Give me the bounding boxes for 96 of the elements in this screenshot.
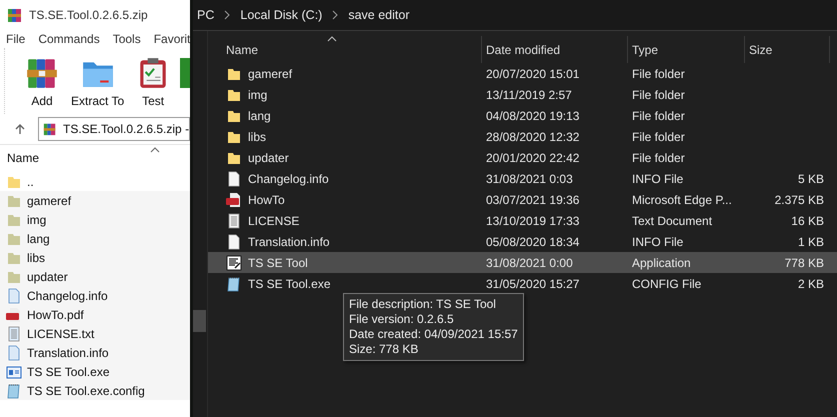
file-name: TS SE Tool.exe: [248, 276, 330, 290]
sort-caret-icon: [150, 147, 160, 153]
file-name: Changelog.info: [248, 172, 329, 186]
file-name: TS SE Tool: [248, 256, 308, 270]
column-header[interactable]: Date modified: [486, 42, 560, 56]
date-modified: 31/05/2020 15:27: [486, 276, 580, 290]
file-type: File folder: [632, 66, 685, 80]
menu-item[interactable]: File: [6, 32, 26, 46]
toolbar-button[interactable]: Extract To: [69, 56, 126, 114]
date-modified: 31/08/2021 0:03: [486, 172, 573, 186]
menu-item[interactable]: Tools: [112, 32, 141, 46]
file-type: File folder: [632, 150, 685, 164]
file-name[interactable]: gameref: [27, 194, 72, 208]
application-icon: [226, 254, 242, 270]
file-type: Microsoft Edge P...: [632, 192, 732, 206]
file-type: Application: [632, 256, 691, 270]
file-name: libs: [248, 130, 266, 144]
file-name: lang: [248, 108, 271, 122]
menu-item[interactable]: Commands: [38, 32, 100, 46]
file-icon: [226, 170, 242, 186]
file-type: INFO File: [632, 172, 684, 186]
file-name: LICENSE: [248, 214, 300, 228]
up-arrow-icon[interactable]: [14, 123, 26, 135]
chevron-icon: [332, 10, 338, 20]
tooltip-line: File version: 0.2.6.5: [349, 312, 455, 327]
file-type: File folder: [632, 108, 685, 122]
column-header[interactable]: Size: [749, 42, 772, 56]
file-type: INFO File: [632, 234, 684, 248]
notepad-icon: [226, 276, 242, 292]
file-name: updater: [248, 150, 289, 164]
file-name[interactable]: updater: [27, 270, 68, 284]
file-row[interactable]: HowTo 03/07/2021 19:36 Microsoft Edge P... 2.375 KB: [208, 189, 837, 210]
file-size: 5 KB: [798, 172, 824, 186]
file-size: 2.375 KB: [774, 192, 824, 206]
file-icon: [226, 234, 242, 250]
breadcrumb-item[interactable]: save editor: [348, 8, 410, 22]
file-name[interactable]: img: [27, 212, 46, 226]
window-title: TS.SE.Tool.0.2.6.5.zip: [29, 8, 148, 22]
column-header[interactable]: Name: [7, 151, 40, 165]
file-row[interactable]: LICENSE 13/10/2019 17:33 Text Document 16 KB: [208, 210, 837, 231]
date-modified: 28/08/2020 12:32: [486, 130, 580, 144]
text-file-icon: [226, 212, 242, 228]
file-row[interactable]: img 13/11/2019 2:57 File folder: [208, 84, 837, 105]
file-name[interactable]: lang: [27, 232, 50, 246]
file-row[interactable]: Translation.info 05/08/2020 18:34 INFO File 1 KB: [208, 231, 837, 252]
scrollbar-thumb[interactable]: [193, 310, 206, 332]
window-icon: [6, 364, 22, 380]
chevron-icon: [224, 10, 230, 20]
menu-item[interactable]: Favorit: [154, 32, 190, 46]
file-size: 2 KB: [798, 276, 824, 290]
file-type: File folder: [632, 130, 685, 144]
notepad-icon: [6, 382, 22, 398]
file-row[interactable]: updater 20/01/2020 22:42 File folder: [208, 147, 837, 168]
file-size: 16 KB: [791, 214, 824, 228]
address-field[interactable]: TS.SE.Tool.0.2.6.5.zip -: [38, 117, 190, 141]
books-icon: [7, 7, 23, 23]
sort-caret-icon: [327, 36, 337, 42]
date-modified: 05/08/2020 18:34: [486, 234, 580, 248]
file-name[interactable]: ..: [27, 174, 34, 188]
file-name: gameref: [248, 66, 292, 80]
date-modified: 20/07/2020 15:01: [486, 66, 580, 80]
file-name: img: [248, 88, 268, 102]
date-modified: 20/01/2020 22:42: [486, 150, 580, 164]
toolbar-button[interactable]: Test: [134, 56, 172, 114]
tooltip-line: Date created: 04/09/2021 15:57: [349, 327, 518, 342]
breadcrumb-item[interactable]: PC: [197, 8, 214, 22]
file-name: Translation.info: [248, 234, 330, 248]
file-row[interactable]: TS SE Tool 31/08/2021 0:00 Application 778 KB: [208, 252, 837, 273]
tooltip-line: File description: TS SE Tool: [349, 297, 497, 312]
date-modified: 13/11/2019 2:57: [486, 88, 572, 102]
file-size: 1 KB: [798, 234, 824, 248]
file-size: 778 KB: [784, 256, 824, 270]
file-row[interactable]: libs 28/08/2020 12:32 File folder: [208, 126, 837, 147]
column-header[interactable]: Type: [632, 42, 658, 56]
pdf-icon: [226, 192, 242, 208]
toolbar-button[interactable]: Add: [23, 56, 61, 114]
file-type: CONFIG File: [632, 276, 702, 290]
file-type: Text Document: [632, 214, 712, 228]
file-type: File folder: [632, 88, 685, 102]
file-row[interactable]: gameref 20/07/2020 15:01 File folder: [208, 63, 837, 84]
breadcrumb-item[interactable]: Local Disk (C:): [240, 8, 322, 22]
date-modified: 31/08/2021 0:00: [486, 256, 573, 270]
file-name: HowTo: [248, 192, 285, 206]
text-file-icon: [6, 326, 22, 342]
books-icon: [25, 56, 59, 90]
column-header[interactable]: Name: [226, 42, 258, 56]
toolbar-icon[interactable]: [180, 58, 190, 88]
date-modified: 13/10/2019 17:33: [486, 214, 580, 228]
file-row[interactable]: Changelog.info 31/08/2021 0:03 INFO File 5 KB: [208, 168, 837, 189]
file-row[interactable]: TS SE Tool.exe 31/05/2020 15:27 CONFIG File 2 KB: [208, 273, 837, 294]
file-row[interactable]: lang 04/08/2020 19:13 File folder: [208, 105, 837, 126]
date-modified: 03/07/2021 19:36: [486, 192, 580, 206]
file-name[interactable]: libs: [27, 250, 46, 264]
date-modified: 04/08/2020 19:13: [486, 108, 580, 122]
tooltip-line: Size: 778 KB: [349, 342, 420, 357]
books-icon: [43, 122, 57, 136]
